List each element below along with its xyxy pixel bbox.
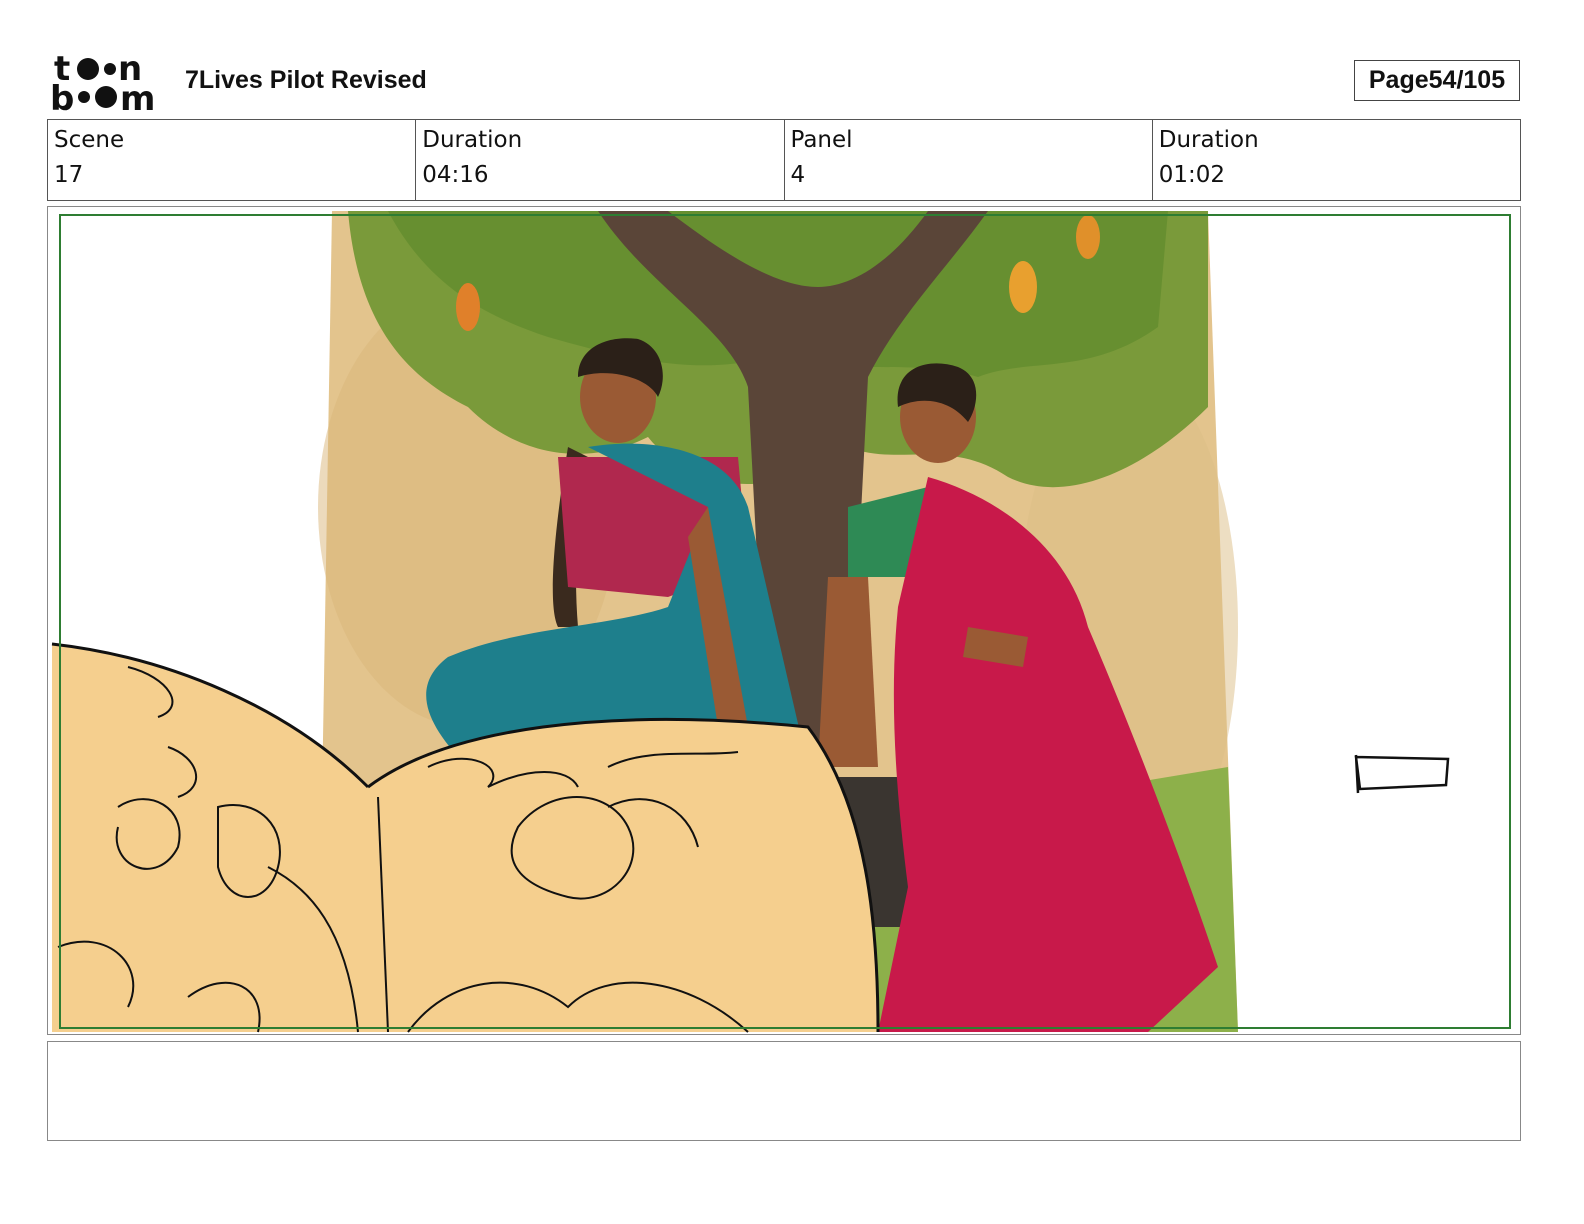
panel-notes-box xyxy=(47,1041,1521,1141)
scene-info-table: Scene 17 Duration 04:16 Panel 4 Duration… xyxy=(47,119,1521,201)
panel-value: 4 xyxy=(790,162,806,188)
scene-label: Scene xyxy=(54,127,125,153)
storyboard-panel xyxy=(47,206,1521,1035)
svg-text:b: b xyxy=(50,79,74,114)
panel-label: Panel xyxy=(790,127,853,153)
panel-duration-label: Duration xyxy=(1158,127,1259,153)
svg-text:m: m xyxy=(120,79,155,114)
panel-artwork xyxy=(51,211,1511,1033)
page-indicator: Page 54/105 xyxy=(1354,60,1520,101)
scene-value: 17 xyxy=(54,162,84,188)
panel-cell: Panel 4 xyxy=(785,120,1153,200)
panel-duration-value: 01:02 xyxy=(1158,162,1226,188)
page-label: Page xyxy=(1368,66,1429,94)
toonboom-logo: toonboom t n b m xyxy=(50,50,155,114)
sketch-rectangle xyxy=(1354,754,1450,794)
page-number: 54/105 xyxy=(1428,66,1506,94)
panel-duration-cell: Duration 01:02 xyxy=(1153,120,1520,200)
scene-cell: Scene 17 xyxy=(48,120,417,200)
scene-duration-value: 04:16 xyxy=(422,162,489,188)
scene-duration-label: Duration xyxy=(422,127,523,153)
scene-duration-cell: Duration 04:16 xyxy=(416,120,785,200)
document-title: 7Lives Pilot Revised xyxy=(185,66,427,94)
